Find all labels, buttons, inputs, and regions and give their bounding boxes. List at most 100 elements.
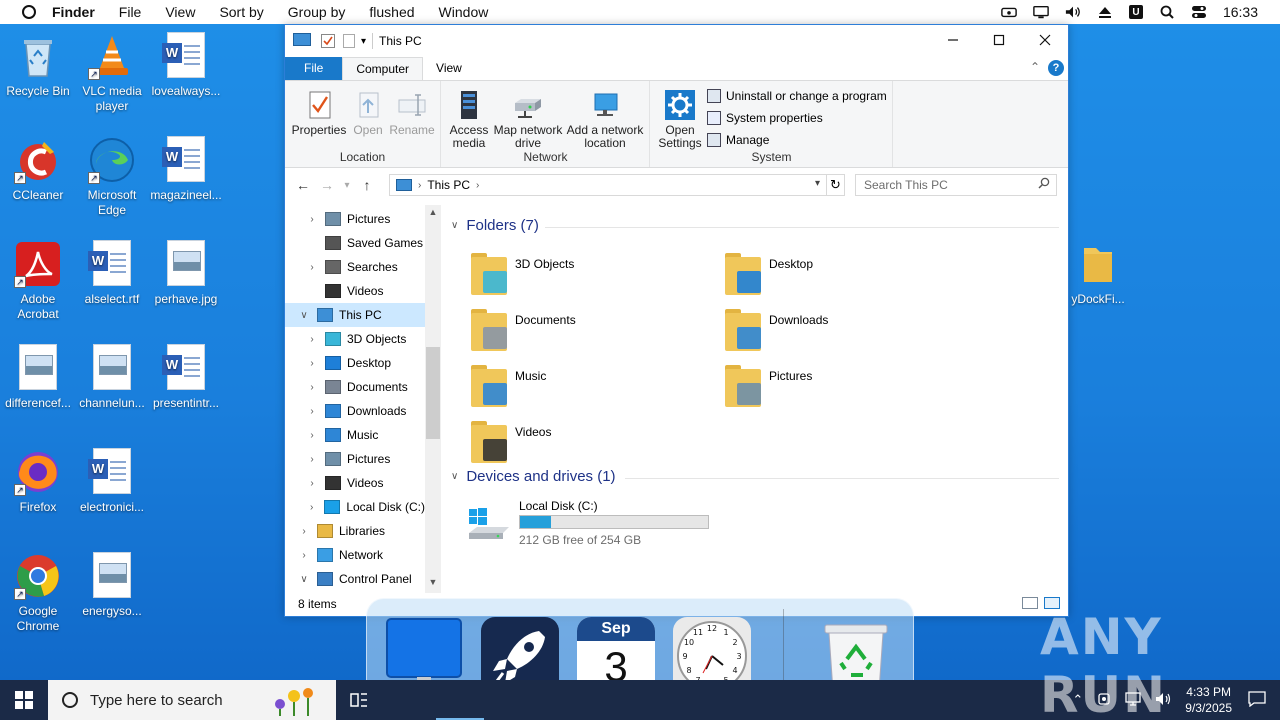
minimize-button[interactable] [930, 25, 976, 55]
chevron-right-icon[interactable]: › [305, 382, 319, 393]
recent-locations-button[interactable]: ▾ [339, 180, 355, 191]
details-view-icon[interactable] [1022, 597, 1038, 609]
properties-button[interactable]: Properties [289, 89, 349, 137]
tab-file[interactable]: File [285, 57, 343, 80]
desktop-icon-differencef[interactable]: differencef... [0, 344, 76, 411]
chevron-right-icon[interactable]: › [297, 526, 311, 537]
desktop-icon-recycle-bin[interactable]: Recycle Bin [0, 32, 76, 99]
menu-view[interactable]: View [165, 4, 195, 20]
nav-item-local-disk-c[interactable]: › Local Disk (C:) [285, 495, 425, 519]
nav-item-network[interactable]: › Network [285, 543, 425, 567]
desktop-icon-magazineel[interactable]: W magazineel... [148, 136, 224, 203]
display-icon[interactable] [1033, 5, 1049, 19]
nav-item-videos[interactable]: › Videos [285, 471, 425, 495]
drive-status-icon[interactable] [1001, 6, 1017, 18]
start-button[interactable] [0, 680, 48, 720]
desktop-icon-alselect[interactable]: W alselect.rtf [74, 240, 150, 307]
control-center-icon[interactable] [1191, 6, 1207, 18]
collapse-ribbon-icon[interactable]: ⌃ [1030, 60, 1040, 74]
nav-item-searches[interactable]: › Searches [285, 255, 425, 279]
help-icon[interactable]: ? [1048, 60, 1064, 76]
scroll-down-icon[interactable]: ▼ [425, 577, 441, 591]
desktop-icon-ccleaner[interactable]: ↗ CCleaner [0, 136, 76, 203]
menubar-clock[interactable]: 16:33 [1223, 4, 1258, 20]
breadcrumb-chevron-icon[interactable]: › [418, 180, 421, 191]
nav-scrollbar[interactable]: ▲ ▼ [425, 205, 441, 593]
system-properties-button[interactable]: System properties [707, 111, 823, 125]
folder-pictures[interactable]: Pictures [723, 365, 963, 415]
folder-downloads[interactable]: Downloads [723, 309, 963, 359]
menu-app-name[interactable]: Finder [52, 4, 95, 20]
desktop-icon-presentintr[interactable]: W presentintr... [148, 344, 224, 411]
refresh-button[interactable]: ↻ [827, 174, 845, 196]
desktop-icon-energyso[interactable]: energyso... [74, 552, 150, 619]
desktop-icon-chrome[interactable]: ↗ Google Chrome [0, 552, 76, 634]
nav-item-videos[interactable]: Videos [285, 279, 425, 303]
nav-item-documents[interactable]: › Documents [285, 375, 425, 399]
menu-flushed[interactable]: flushed [369, 4, 414, 20]
chevron-right-icon[interactable]: › [305, 214, 319, 225]
task-view-icon[interactable] [350, 692, 368, 708]
breadcrumb-chevron-icon[interactable]: › [476, 180, 479, 191]
address-dropdown-icon[interactable]: ▾ [815, 178, 820, 189]
volume-icon[interactable] [1065, 6, 1081, 18]
desktop-icon-firefox[interactable]: ↗ Firefox [0, 448, 76, 515]
eject-icon[interactable] [1097, 6, 1113, 18]
desktop-icon-perhave[interactable]: perhave.jpg [148, 240, 224, 307]
folders-section-header[interactable]: ∨ Folders (7) [451, 217, 539, 234]
add-network-location-button[interactable]: Add a network location [564, 89, 646, 150]
apple-menu-icon[interactable] [22, 5, 36, 19]
scroll-up-icon[interactable]: ▲ [425, 207, 441, 221]
new-folder-qat-icon[interactable] [343, 34, 355, 48]
menu-group-by[interactable]: Group by [288, 4, 346, 20]
desktop-icon-ydockfi[interactable]: yDockFi... [1060, 240, 1136, 307]
menu-file[interactable]: File [119, 4, 142, 20]
open-button[interactable]: Open [349, 89, 387, 137]
local-disk-c[interactable]: Local Disk (C:) 212 GB free of 254 GB [467, 499, 727, 549]
rename-button[interactable]: Rename [389, 89, 435, 137]
back-button[interactable]: ← [291, 177, 315, 193]
up-button[interactable]: ↑ [355, 177, 379, 193]
nav-item-libraries[interactable]: › Libraries [285, 519, 425, 543]
desktop-icon-lovealways[interactable]: W lovealways... [148, 32, 224, 99]
nav-item-pictures[interactable]: › Pictures [285, 447, 425, 471]
taskbar-search-input[interactable]: Type here to search [48, 680, 336, 720]
chevron-down-icon[interactable]: ∨ [297, 310, 311, 321]
chevron-right-icon[interactable]: › [305, 406, 319, 417]
chevron-right-icon[interactable]: › [297, 550, 311, 561]
chevron-right-icon[interactable]: › [305, 358, 319, 369]
nav-item-downloads[interactable]: › Downloads [285, 399, 425, 423]
nav-item-music[interactable]: › Music [285, 423, 425, 447]
menu-window[interactable]: Window [439, 4, 489, 20]
folder-3d-objects[interactable]: 3D Objects [469, 253, 709, 303]
chevron-down-icon[interactable]: ∨ [451, 220, 458, 231]
chevron-right-icon[interactable]: › [305, 478, 319, 489]
access-media-button[interactable]: Access media [446, 89, 492, 150]
folder-documents[interactable]: Documents [469, 309, 709, 359]
desktop-icon-channelun[interactable]: channelun... [74, 344, 150, 411]
nav-item-pictures[interactable]: › Pictures [285, 207, 425, 231]
desktop-icon-edge[interactable]: ↗ Microsoft Edge [74, 136, 150, 218]
open-settings-button[interactable]: Open Settings [655, 89, 705, 150]
tab-computer[interactable]: Computer [342, 57, 424, 80]
manage-button[interactable]: Manage [707, 133, 769, 147]
nav-item-desktop[interactable]: › Desktop [285, 351, 425, 375]
nav-item-3d-objects[interactable]: › 3D Objects [285, 327, 425, 351]
chevron-right-icon[interactable]: › [305, 502, 318, 513]
chevron-right-icon[interactable]: › [305, 454, 319, 465]
chevron-down-icon[interactable]: ∨ [451, 471, 458, 482]
forward-button[interactable]: → [315, 177, 339, 193]
nav-item-control-panel[interactable]: ∨ Control Panel [285, 567, 425, 591]
breadcrumb-this-pc[interactable]: This PC [427, 178, 470, 192]
nav-item-this-pc[interactable]: ∨ This PC [285, 303, 425, 327]
tab-view[interactable]: View [423, 57, 475, 80]
qat-dropdown-icon[interactable]: ▾ [361, 36, 366, 47]
maximize-button[interactable] [976, 25, 1022, 55]
properties-qat-icon[interactable] [321, 34, 335, 48]
close-button[interactable] [1022, 25, 1068, 55]
desktop-icon-acrobat[interactable]: ↗ Adobe Acrobat [0, 240, 76, 322]
chevron-right-icon[interactable]: › [305, 262, 319, 273]
chevron-right-icon[interactable]: › [305, 430, 319, 441]
uninstall-program-button[interactable]: Uninstall or change a program [707, 89, 887, 103]
folder-music[interactable]: Music [469, 365, 709, 415]
